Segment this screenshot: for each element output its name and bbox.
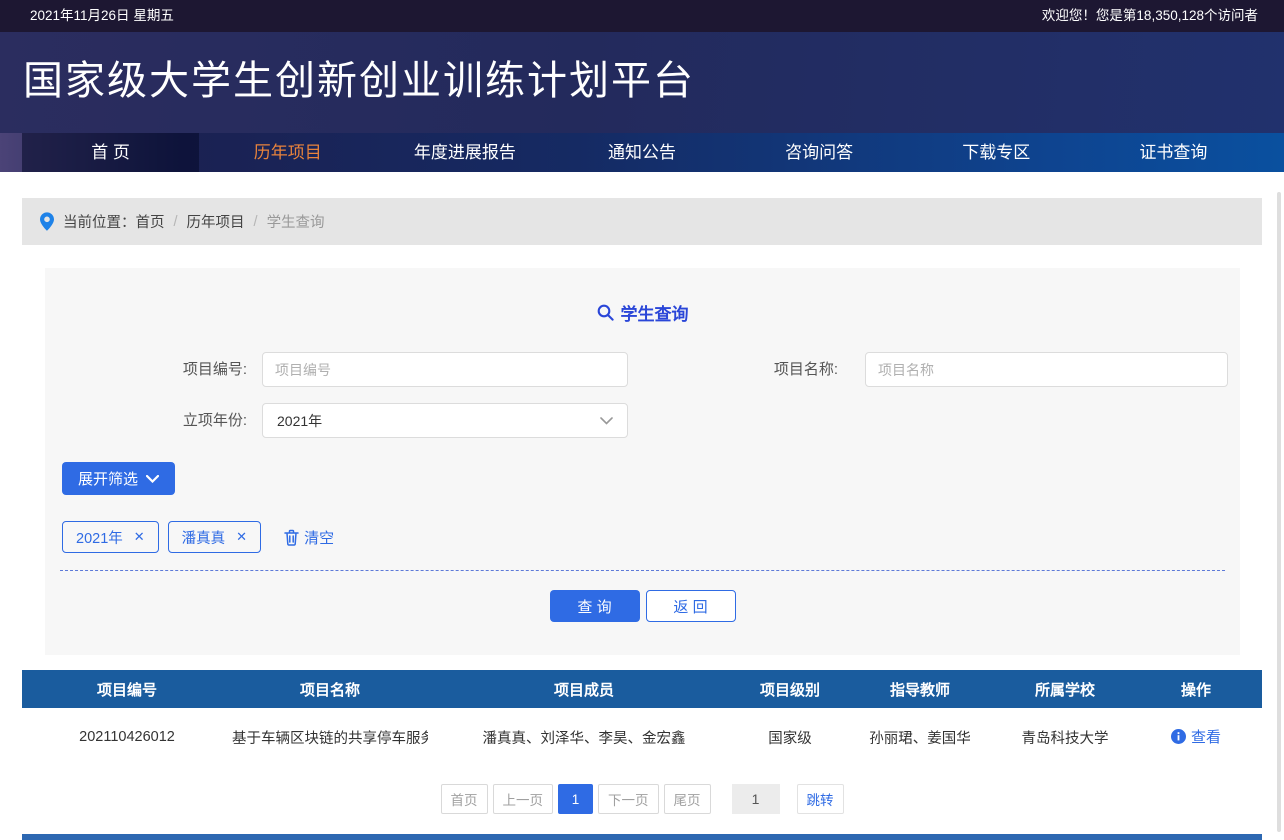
col-header-members: 项目成员	[428, 670, 740, 708]
table-header-row: 项目编号 项目名称 项目成员 项目级别 指导教师 所属学校 操作	[22, 670, 1262, 708]
info-icon	[1171, 729, 1186, 744]
nav-item-history-projects[interactable]: 历年项目	[199, 133, 376, 172]
cell-project-name: 基于车辆区块链的共享停车服务系统	[232, 708, 428, 766]
col-header-school: 所属学校	[1000, 670, 1130, 708]
project-code-label: 项目编号:	[45, 352, 247, 387]
back-button[interactable]: 返 回	[646, 590, 736, 622]
nav-item-home[interactable]: 首 页	[22, 133, 199, 172]
expand-filters-label: 展开筛选	[78, 468, 138, 489]
col-header-teachers: 指导教师	[840, 670, 1000, 708]
search-panel-title: 学生查询	[45, 300, 1240, 325]
col-header-project-code: 项目编号	[22, 670, 232, 708]
page-number-current[interactable]: 1	[558, 784, 593, 814]
nav-item-qa[interactable]: 咨询问答	[731, 133, 908, 172]
breadcrumb-home[interactable]: 首页	[136, 211, 165, 232]
nav-item-downloads[interactable]: 下载专区	[908, 133, 1085, 172]
nav-item-notices[interactable]: 通知公告	[553, 133, 730, 172]
clear-filters-button[interactable]: 清空	[284, 527, 334, 548]
cell-project-code: 202110426012	[22, 708, 232, 766]
cell-school: 青岛科技大学	[1000, 708, 1130, 766]
page-jump-button[interactable]: 跳转	[797, 784, 844, 814]
filter-tag-student-label: 潘真真	[182, 527, 226, 548]
cell-teachers: 孙丽珺、姜国华	[840, 708, 1000, 766]
page-jump-input[interactable]	[732, 784, 780, 814]
table-row: 202110426012 基于车辆区块链的共享停车服务系统 潘真真、刘泽华、李昊…	[22, 708, 1262, 766]
project-year-label: 立项年份:	[45, 403, 247, 438]
view-detail-link[interactable]: 查看	[1171, 726, 1221, 747]
page-last-button[interactable]: 尾页	[664, 784, 711, 814]
remove-tag-icon[interactable]: ✕	[236, 529, 247, 545]
dashed-divider	[60, 570, 1225, 571]
col-header-project-name: 项目名称	[232, 670, 428, 708]
remove-tag-icon[interactable]: ✕	[134, 529, 145, 545]
project-name-label: 项目名称:	[645, 352, 838, 387]
page-next-button[interactable]: 下一页	[598, 784, 659, 814]
breadcrumb-history-projects[interactable]: 历年项目	[187, 211, 245, 232]
site-header: 国家级大学生创新创业训练计划平台	[0, 32, 1284, 133]
filter-tag-year-label: 2021年	[76, 527, 123, 548]
footer-strip	[22, 834, 1262, 840]
breadcrumb-prefix: 当前位置：	[63, 211, 136, 232]
site-title: 国家级大学生创新创业训练计划平台	[23, 32, 695, 130]
col-header-actions: 操作	[1130, 670, 1262, 708]
breadcrumb-separator: /	[254, 214, 258, 230]
nav-item-annual-report[interactable]: 年度进展报告	[376, 133, 553, 172]
cell-action: 查看	[1130, 708, 1262, 766]
col-header-level: 项目级别	[740, 670, 840, 708]
view-detail-label: 查看	[1191, 726, 1221, 747]
search-icon	[597, 304, 614, 321]
nav-item-certificate-query[interactable]: 证书查询	[1085, 133, 1262, 172]
cell-members: 潘真真、刘泽华、李昊、金宏鑫	[428, 708, 740, 766]
breadcrumb-separator: /	[174, 214, 178, 230]
breadcrumb-current: 学生查询	[267, 211, 325, 232]
current-date: 2021年11月26日 星期五	[30, 0, 174, 32]
top-bar: 2021年11月26日 星期五 欢迎您！您是第18,350,128个访问者	[0, 0, 1284, 32]
scrollbar[interactable]	[1277, 192, 1281, 832]
pagination: 首页 上一页 1 下一页 尾页 跳转	[0, 784, 1284, 814]
main-nav: 首 页 历年项目 年度进展报告 通知公告 咨询问答 下载专区 证书查询	[0, 133, 1284, 172]
breadcrumb: 当前位置： 首页 / 历年项目 / 学生查询	[22, 198, 1262, 245]
student-search-panel: 学生查询 项目编号: 项目名称: 立项年份: 2021年 展开筛选 2021年 …	[45, 268, 1240, 655]
trash-icon	[284, 529, 299, 546]
project-code-input[interactable]	[262, 352, 628, 387]
page-first-button[interactable]: 首页	[441, 784, 488, 814]
visitor-counter: 欢迎您！您是第18,350,128个访问者	[1042, 0, 1258, 32]
expand-filters-button[interactable]: 展开筛选	[62, 462, 175, 495]
project-name-input[interactable]	[865, 352, 1228, 387]
cell-level: 国家级	[740, 708, 840, 766]
search-panel-title-text: 学生查询	[621, 300, 689, 325]
year-select-value: 2021年	[277, 411, 322, 431]
query-button[interactable]: 查 询	[550, 590, 640, 622]
results-table: 项目编号 项目名称 项目成员 项目级别 指导教师 所属学校 操作 2021104…	[22, 670, 1262, 766]
year-select[interactable]: 2021年	[262, 403, 628, 438]
active-filter-tags: 2021年 ✕ 潘真真 ✕ 清空	[62, 521, 334, 553]
clear-filters-label: 清空	[304, 527, 334, 548]
chevron-down-icon	[600, 417, 613, 425]
location-pin-icon	[40, 212, 54, 231]
filter-tag-student[interactable]: 潘真真 ✕	[168, 521, 261, 553]
filter-tag-year[interactable]: 2021年 ✕	[62, 521, 159, 553]
chevron-down-icon	[146, 475, 159, 483]
page-prev-button[interactable]: 上一页	[493, 784, 554, 814]
